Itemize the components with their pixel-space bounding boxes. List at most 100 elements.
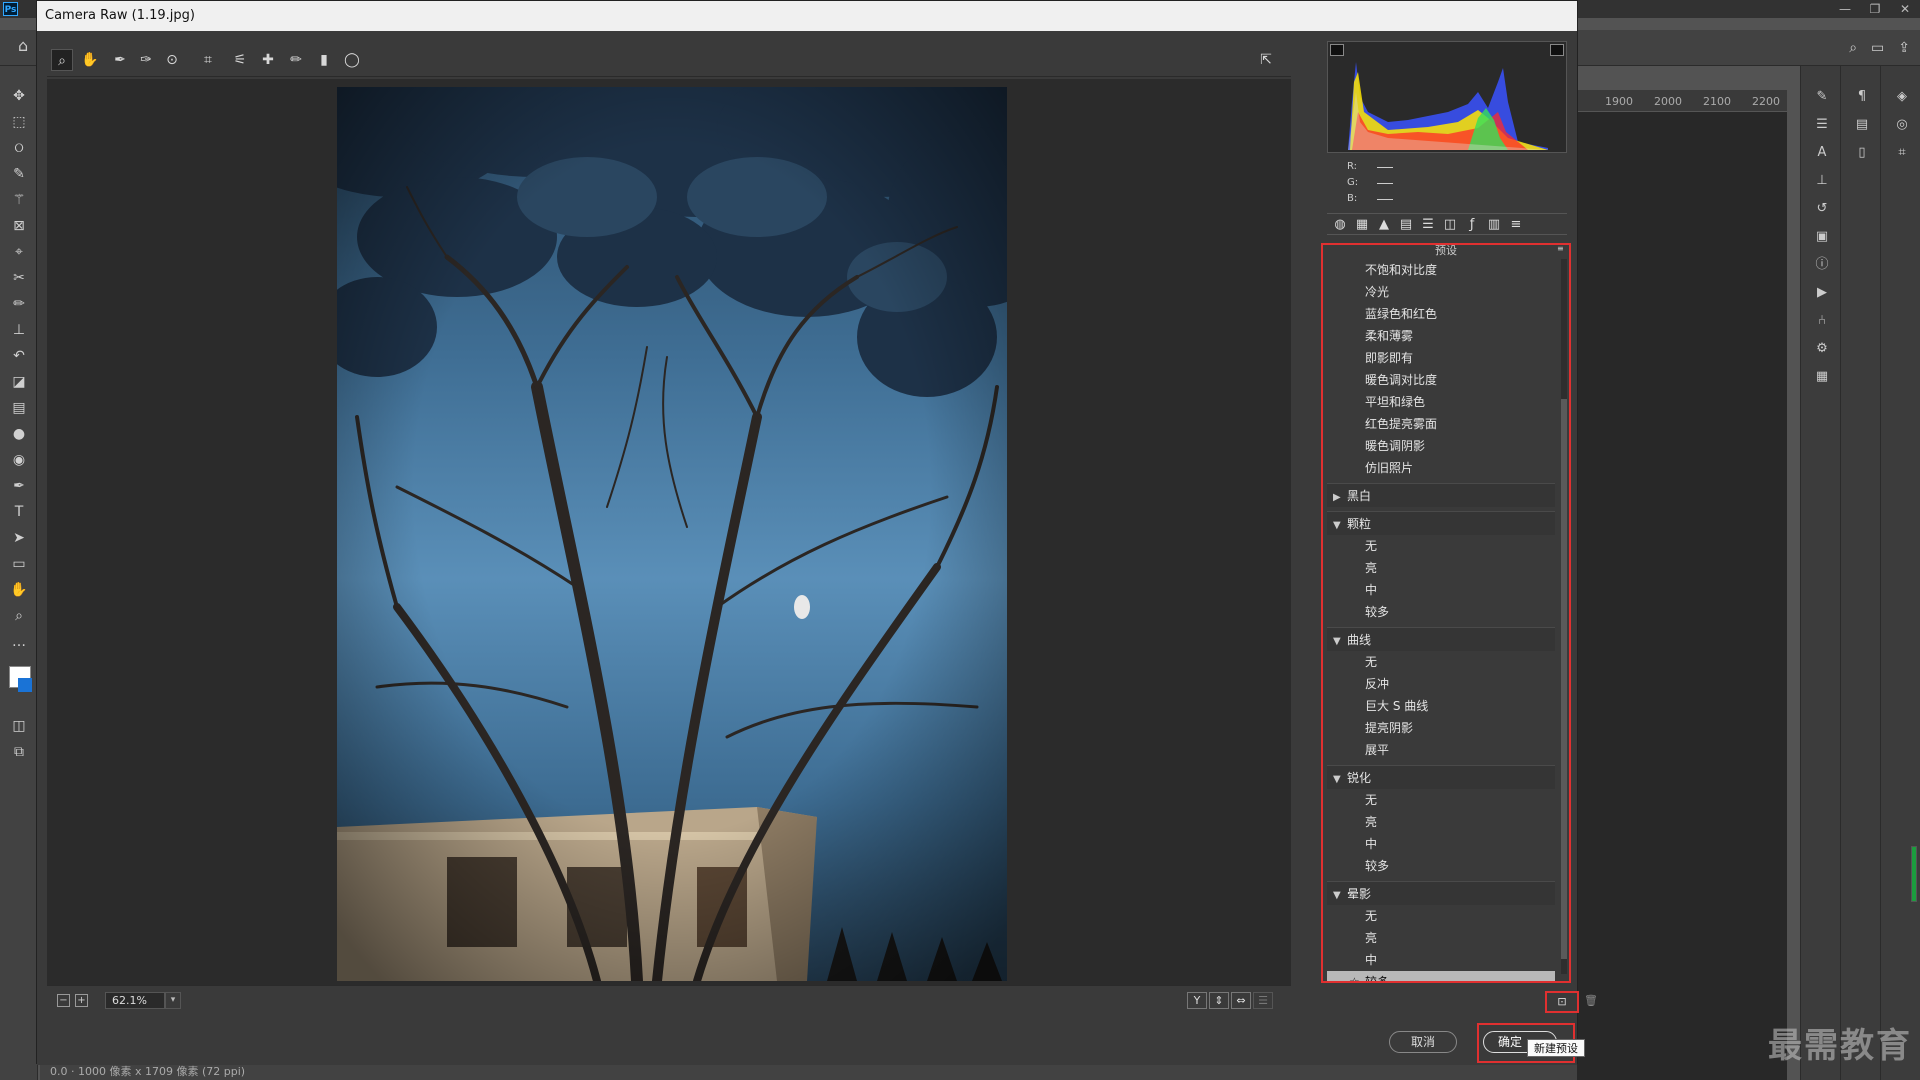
quick-mask-icon[interactable]: ◫	[9, 716, 29, 736]
history-icon[interactable]: ↺	[1813, 200, 1831, 218]
info-icon[interactable]: ⓘ	[1813, 256, 1831, 274]
preset-item[interactable]: 中	[1327, 833, 1555, 855]
preset-item[interactable]: 亮	[1327, 811, 1555, 833]
gradient-icon[interactable]: ▤	[9, 398, 29, 418]
rectangle-tool-icon[interactable]: ▭	[9, 554, 29, 574]
presets-tab-icon[interactable]: ≡	[1507, 216, 1525, 234]
straighten-icon[interactable]: ⚟	[229, 49, 251, 71]
marquee-tool-icon[interactable]: ⬚	[9, 112, 29, 132]
copy-settings-button[interactable]: ⇔	[1231, 992, 1251, 1009]
adjustment-brush-icon[interactable]: ✏	[285, 49, 307, 71]
preset-item[interactable]: 暖色调阴影	[1327, 435, 1555, 457]
workspace-icon[interactable]: ▭	[1871, 40, 1884, 56]
history-brush-icon[interactable]: ↶	[9, 346, 29, 366]
3d-icon[interactable]: ⚙	[1813, 340, 1831, 358]
lens-tab-icon[interactable]: ◫	[1441, 216, 1459, 234]
clone-source-icon[interactable]: ⊥	[1813, 172, 1831, 190]
path-select-icon[interactable]: ➤	[9, 528, 29, 548]
preset-item[interactable]: ☆ 较多	[1327, 971, 1555, 981]
preset-item[interactable]: 无	[1327, 535, 1555, 557]
blur-icon[interactable]: ●	[9, 424, 29, 444]
pen-tool-icon[interactable]: ✒	[9, 476, 29, 496]
graduated-filter-icon[interactable]: ▮	[313, 49, 335, 71]
chevron-down-icon[interactable]: ▾	[165, 992, 181, 1009]
preset-group-header[interactable]: ▶ 黑白	[1327, 483, 1555, 507]
preset-item[interactable]: 中	[1327, 579, 1555, 601]
preset-item[interactable]: 亮	[1327, 557, 1555, 579]
document-icon[interactable]: ▯	[1853, 144, 1871, 162]
more-tools-icon[interactable]: …	[9, 632, 29, 652]
layers-icon[interactable]: ◈	[1893, 88, 1911, 106]
preset-item[interactable]: 无	[1327, 905, 1555, 927]
split-toning-tab-icon[interactable]: ☰	[1419, 216, 1437, 234]
preset-item[interactable]: 亮	[1327, 927, 1555, 949]
preset-item[interactable]: 红色提亮雾面	[1327, 413, 1555, 435]
preset-item[interactable]: 展平	[1327, 739, 1555, 761]
menu-icon[interactable]: ≡	[1557, 245, 1567, 253]
adjustments-icon[interactable]: ☰	[1813, 116, 1831, 134]
shadow-clipping-toggle[interactable]	[1330, 44, 1344, 56]
frame-tool-icon[interactable]: ⊠	[9, 216, 29, 236]
swap-settings-button[interactable]: ⇕	[1209, 992, 1229, 1009]
preset-item[interactable]: 冷光	[1327, 281, 1555, 303]
zoom-in-button[interactable]: +	[75, 994, 88, 1007]
view-settings-icon[interactable]: ☰	[1253, 992, 1273, 1009]
move-tool-icon[interactable]: ✥	[9, 86, 29, 106]
tone-curve-tab-icon[interactable]: ▦	[1353, 216, 1371, 234]
zoom-out-button[interactable]: −	[57, 994, 70, 1007]
restore-button[interactable]: ❐	[1860, 0, 1890, 18]
share-icon[interactable]: ⇪	[1898, 40, 1910, 56]
preset-item[interactable]: 无	[1327, 651, 1555, 673]
preset-item[interactable]: 无	[1327, 789, 1555, 811]
search-icon[interactable]: ⌕	[1849, 40, 1857, 56]
hand-tool-icon[interactable]: ✋	[9, 580, 29, 600]
quick-select-icon[interactable]: ✎	[9, 164, 29, 184]
scrollbar-thumb[interactable]	[1561, 399, 1567, 959]
eyedropper-icon[interactable]: ⌖	[9, 242, 29, 262]
paths-icon[interactable]: ⌗	[1893, 144, 1911, 162]
preset-group-header[interactable]: ▼ 颗粒	[1327, 511, 1555, 535]
scissors-icon[interactable]: ✂	[9, 268, 29, 288]
libraries-icon[interactable]: ▤	[1853, 116, 1871, 134]
preset-item[interactable]: 较多	[1327, 855, 1555, 877]
basic-tab-icon[interactable]: ◍	[1331, 216, 1349, 234]
character-icon[interactable]: A	[1813, 144, 1831, 162]
photo-preview[interactable]	[337, 87, 1007, 981]
screen-mode-icon[interactable]: ⧉	[9, 742, 29, 762]
table-icon[interactable]: ▦	[1813, 368, 1831, 386]
lasso-tool-icon[interactable]: ଠ	[9, 138, 29, 158]
stamp-tool-icon[interactable]: ⊥	[9, 320, 29, 340]
magic-wand-icon[interactable]: ⚚	[9, 190, 29, 210]
preset-item[interactable]: 反冲	[1327, 673, 1555, 695]
brush-tool-icon[interactable]: ✏	[9, 294, 29, 314]
zoom-tool-icon[interactable]: ⌕	[9, 606, 29, 626]
brush-settings-icon[interactable]: ✎	[1813, 88, 1831, 106]
minimize-button[interactable]: —	[1830, 0, 1860, 18]
preset-item[interactable]: 柔和薄雾	[1327, 325, 1555, 347]
zoom-level-field[interactable]: 62.1%	[105, 992, 165, 1009]
properties-icon[interactable]: ▣	[1813, 228, 1831, 246]
preset-group-header[interactable]: ▼ 曲线	[1327, 627, 1555, 651]
radial-filter-icon[interactable]: ◯	[341, 49, 363, 71]
preset-item[interactable]: 平坦和绿色	[1327, 391, 1555, 413]
targeted-adjust-icon[interactable]: ⊙	[161, 49, 183, 71]
crop-tool-icon[interactable]: ⌗	[197, 49, 219, 71]
preset-item[interactable]: 暖色调对比度	[1327, 369, 1555, 391]
notes-icon[interactable]: ⑃	[1813, 312, 1831, 330]
preset-item[interactable]: 不饱和对比度	[1327, 259, 1555, 281]
color-sampler-icon[interactable]: ✑	[135, 49, 157, 71]
cancel-button[interactable]: 取消	[1389, 1031, 1457, 1053]
spot-removal-icon[interactable]: ✚	[257, 49, 279, 71]
type-tool-icon[interactable]: T	[9, 502, 29, 522]
zoom-tool-icon[interactable]: ⌕	[51, 49, 73, 71]
effects-tab-icon[interactable]: ƒ	[1463, 216, 1481, 234]
actions-icon[interactable]: ▶	[1813, 284, 1831, 302]
preset-group-header[interactable]: ▼ 晕影	[1327, 881, 1555, 905]
open-preferences-icon[interactable]: ⇱	[1255, 49, 1277, 71]
before-after-toggle[interactable]: Y	[1187, 992, 1207, 1009]
preset-item[interactable]: 中	[1327, 949, 1555, 971]
home-icon[interactable]: ⌂	[18, 36, 28, 55]
hand-tool-icon[interactable]: ✋	[79, 49, 101, 71]
close-button[interactable]: ✕	[1890, 0, 1920, 18]
preset-item[interactable]: 蓝绿色和红色	[1327, 303, 1555, 325]
